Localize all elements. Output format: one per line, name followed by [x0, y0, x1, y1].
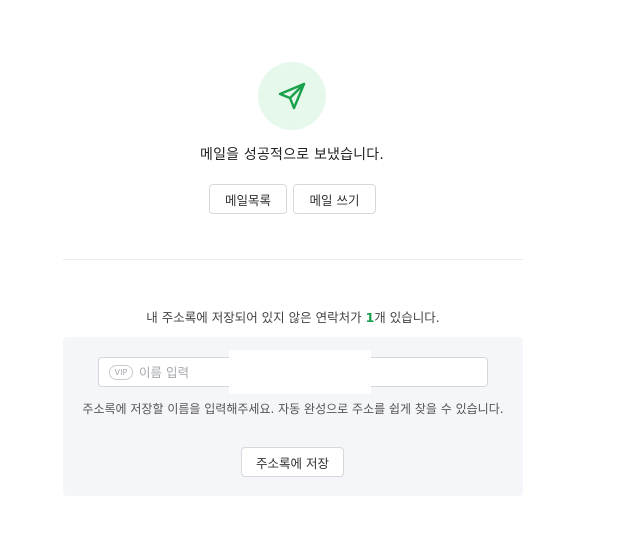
- mail-list-button[interactable]: 메일목록: [209, 184, 287, 214]
- unsaved-contacts-notice: 내 주소록에 저장되어 있지 않은 연락처가 1개 있습니다.: [0, 307, 586, 326]
- redacted-region: [229, 350, 371, 394]
- contact-name-field[interactable]: VIP: [98, 350, 488, 394]
- notice-prefix: 내 주소록에 저장되어 있지 않은 연락처가: [146, 310, 366, 325]
- contact-name-input[interactable]: [139, 362, 229, 382]
- compose-mail-button[interactable]: 메일 쓰기: [293, 184, 376, 214]
- send-success-message: 메일을 성공적으로 보냈습니다.: [200, 147, 384, 163]
- unsaved-contact-count: 1: [365, 310, 375, 325]
- paper-plane-icon: [278, 82, 306, 110]
- vip-toggle[interactable]: VIP: [109, 365, 133, 380]
- save-to-address-book-button[interactable]: 주소록에 저장: [241, 447, 344, 477]
- success-icon-circle: [258, 62, 326, 130]
- notice-suffix: 개 있습니다.: [374, 310, 440, 325]
- address-book-panel: VIP 주소록에 저장할 이름을 입력해주세요. 자동 완성으로 주소를 쉽게 …: [63, 337, 523, 496]
- section-divider: [63, 259, 523, 260]
- address-book-hint: 주소록에 저장할 이름을 입력해주세요. 자동 완성으로 주소를 쉽게 찾을 수…: [82, 402, 504, 416]
